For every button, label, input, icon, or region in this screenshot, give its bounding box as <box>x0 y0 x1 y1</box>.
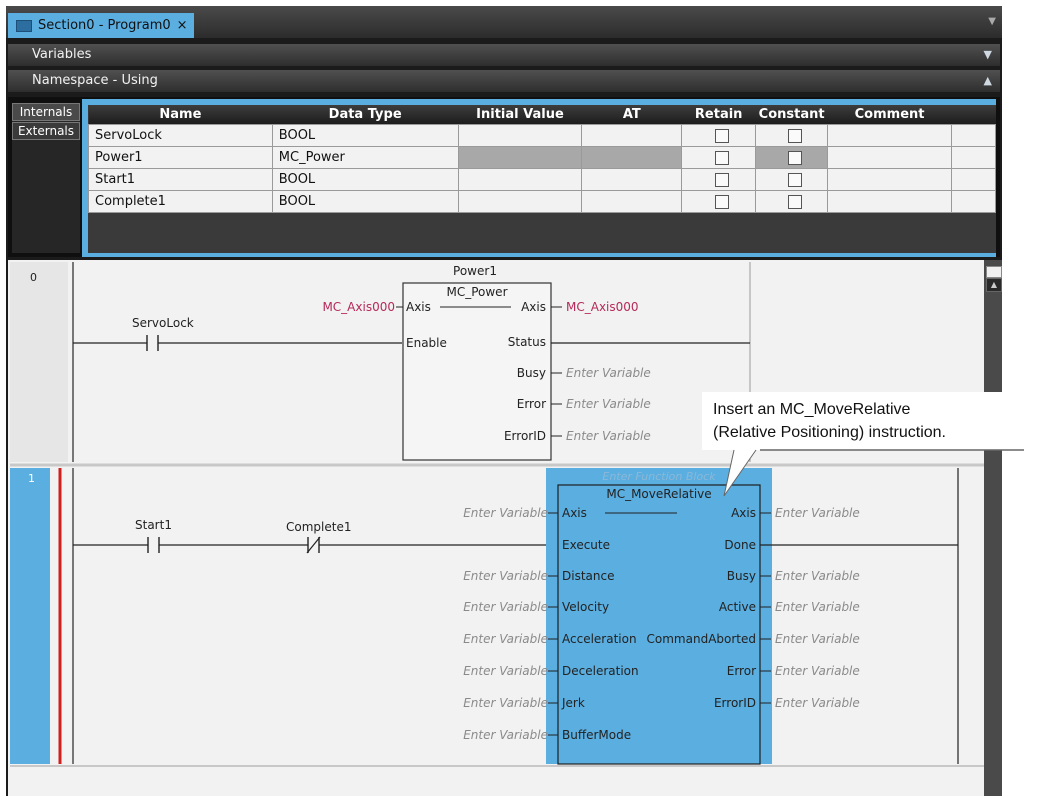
callout-line-1: Insert an MC_MoveRelative <box>713 401 911 418</box>
callout-line-2: (Relative Positioning) instruction. <box>713 424 946 441</box>
callout-balloon: Insert an MC_MoveRelative (Relative Posi… <box>702 392 1024 497</box>
